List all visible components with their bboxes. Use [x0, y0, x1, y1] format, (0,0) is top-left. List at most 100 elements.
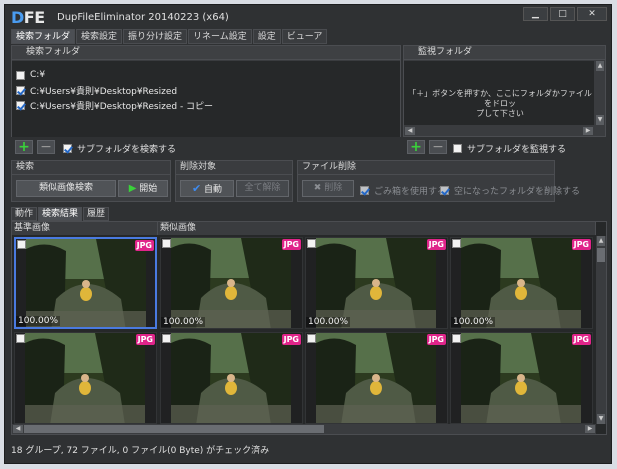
maximize-button[interactable]: □ — [550, 7, 575, 21]
window-title: DupFileEliminator 20140223 (x64) — [57, 12, 229, 23]
file-type-badge: JPG — [571, 334, 591, 345]
tab-rename-settings[interactable]: リネーム設定 — [188, 29, 252, 44]
menu-tabs: 検索フォルダ 検索設定 振り分け設定 リネーム設定 設定 ビューア — [11, 29, 328, 44]
image-checkbox[interactable] — [162, 239, 171, 248]
scroll-thumb[interactable] — [597, 248, 605, 262]
forest-photo — [316, 238, 436, 328]
similarity-percent: 100.00% — [16, 316, 61, 326]
add-folder-button[interactable]: + — [15, 140, 33, 154]
image-tile[interactable]: JPG 100.00% — [14, 237, 157, 329]
search-subfolder-option[interactable]: サブフォルダを検索する — [63, 142, 176, 155]
search-group-header: 検索 — [12, 161, 170, 175]
image-tile[interactable]: JPG 100.00% — [450, 237, 593, 329]
image-tile[interactable]: JPG — [305, 332, 448, 424]
tab-settings[interactable]: 設定 — [252, 29, 281, 44]
watch-folder-panel: 監視フォルダ 「＋」ボタンを押すか、ここにフォルダかファイルをドロッ プして下さ… — [403, 45, 606, 137]
scroll-left-icon[interactable]: ◀ — [405, 127, 415, 135]
folder-path: C:¥Users¥貴則¥Desktop¥Resized - コピー — [30, 101, 214, 112]
folder-row[interactable]: C:¥Users¥貴則¥Desktop¥Resized — [16, 84, 177, 97]
image-checkbox[interactable] — [452, 239, 461, 248]
folder-row[interactable]: C:¥Users¥貴則¥Desktop¥Resized - コピー — [16, 99, 214, 112]
file-type-badge: JPG — [281, 334, 301, 345]
close-button[interactable]: ✕ — [577, 7, 607, 21]
tab-viewer[interactable]: ビューア — [281, 29, 328, 44]
watch-folder-list: 「＋」ボタンを押すか、ここにフォルダかファイルをドロッ プして下さい — [404, 61, 594, 125]
tab-search-settings[interactable]: 検索設定 — [76, 29, 123, 44]
scroll-right-icon[interactable]: ▶ — [585, 425, 595, 433]
watch-subfolder-option[interactable]: サブフォルダを監視する — [453, 142, 566, 155]
file-type-badge: JPG — [426, 334, 446, 345]
image-checkbox[interactable] — [16, 334, 25, 343]
checkmark-icon: ✔ — [191, 182, 202, 195]
file-type-badge: JPG — [281, 239, 301, 250]
file-type-badge: JPG — [426, 239, 446, 250]
use-recycle-bin-option[interactable]: ごみ箱を使用する — [360, 184, 446, 197]
delete-empty-folder-checkbox[interactable] — [440, 186, 449, 195]
image-checkbox[interactable] — [17, 240, 26, 249]
tab-action[interactable]: 動作 — [11, 207, 38, 221]
file-type-badge: JPG — [571, 239, 591, 250]
search-folder-header: 検索フォルダ — [12, 46, 400, 60]
scroll-right-icon[interactable]: ▶ — [583, 127, 593, 135]
add-watch-folder-button[interactable]: + — [407, 140, 425, 154]
file-delete-group: ファイル削除 ✖ 削除 ごみ箱を使用する 空になったフォルダを削除する — [297, 160, 580, 202]
status-bar: 18 グループ, 72 ファイル, 0 ファイル(0 Byte) がチェック済み — [11, 446, 270, 456]
image-tile[interactable]: JPG — [160, 332, 303, 424]
folder-row[interactable]: C:¥ — [16, 69, 45, 81]
image-tile[interactable]: JPG — [14, 332, 157, 424]
watch-folder-header: 監視フォルダ — [404, 46, 605, 60]
auto-button[interactable]: ✔ 自動 — [180, 180, 234, 197]
start-button[interactable]: ▶ 開始 — [118, 180, 168, 197]
results-hscroll[interactable]: ◀ ▶ — [12, 424, 596, 434]
image-checkbox[interactable] — [452, 334, 461, 343]
image-tile[interactable]: JPG — [450, 332, 593, 424]
watch-vscroll[interactable]: ▲ ▼ — [595, 61, 605, 125]
scroll-up-icon[interactable]: ▲ — [596, 61, 604, 71]
minimize-button[interactable]: ▁ — [523, 7, 548, 21]
forest-photo — [461, 238, 581, 328]
forest-photo — [25, 333, 145, 423]
remove-folder-button[interactable]: − — [37, 140, 55, 154]
file-delete-header: ファイル削除 — [298, 161, 554, 175]
title-bar: DFE DupFileEliminator 20140223 (x64) ▁ □… — [5, 5, 611, 31]
image-checkbox[interactable] — [307, 334, 316, 343]
image-checkbox[interactable] — [307, 239, 316, 248]
app-logo: DFE — [11, 8, 45, 27]
similarity-percent: 100.00% — [161, 317, 206, 327]
similarity-percent: 100.00% — [306, 317, 351, 327]
use-recycle-bin-checkbox[interactable] — [360, 186, 369, 195]
image-tile[interactable]: JPG 100.00% — [160, 237, 303, 329]
remove-watch-folder-button[interactable]: − — [429, 140, 447, 154]
clear-all-button[interactable]: 全て解除 — [236, 180, 289, 197]
search-subfolder-checkbox[interactable] — [63, 144, 72, 153]
scroll-left-icon[interactable]: ◀ — [13, 425, 23, 433]
scroll-down-icon[interactable]: ▼ — [597, 414, 605, 424]
tab-search-folders[interactable]: 検索フォルダ — [11, 29, 76, 44]
delete-empty-folder-option[interactable]: 空になったフォルダを削除する — [440, 184, 580, 197]
folder-checkbox[interactable] — [16, 100, 25, 110]
tab-sort-settings[interactable]: 振り分け設定 — [123, 29, 188, 44]
search-folder-panel: 検索フォルダ C:¥ C:¥Users¥貴則¥Desktop¥Resized C… — [11, 45, 401, 137]
tab-history[interactable]: 履歴 — [83, 207, 110, 221]
delete-button[interactable]: ✖ 削除 — [302, 180, 354, 197]
watch-hscroll[interactable]: ◀ ▶ — [404, 126, 594, 136]
app-window: DFE DupFileEliminator 20140223 (x64) ▁ □… — [4, 4, 612, 464]
folder-checkbox[interactable] — [16, 85, 25, 95]
watch-subfolder-checkbox[interactable] — [453, 144, 462, 153]
similar-image-column-header: 類似画像 — [158, 222, 596, 235]
similarity-percent: 100.00% — [451, 317, 496, 327]
image-tile[interactable]: JPG 100.00% — [305, 237, 448, 329]
scroll-thumb[interactable] — [24, 425, 324, 433]
results-vscroll[interactable]: ▲ ▼ — [596, 236, 606, 424]
forest-photo — [461, 333, 581, 423]
similar-image-search-button[interactable]: 類似画像検索 — [16, 180, 116, 197]
scroll-down-icon[interactable]: ▼ — [596, 115, 604, 125]
scroll-up-icon[interactable]: ▲ — [597, 236, 605, 246]
folder-path: C:¥ — [30, 70, 46, 80]
search-group: 検索 類似画像検索 ▶ 開始 — [11, 160, 171, 202]
folder-checkbox[interactable] — [16, 70, 25, 80]
window-controls: ▁ □ ✕ — [521, 7, 607, 21]
forest-photo — [171, 238, 291, 328]
tab-search-results[interactable]: 検索結果 — [38, 207, 83, 221]
image-checkbox[interactable] — [162, 334, 171, 343]
